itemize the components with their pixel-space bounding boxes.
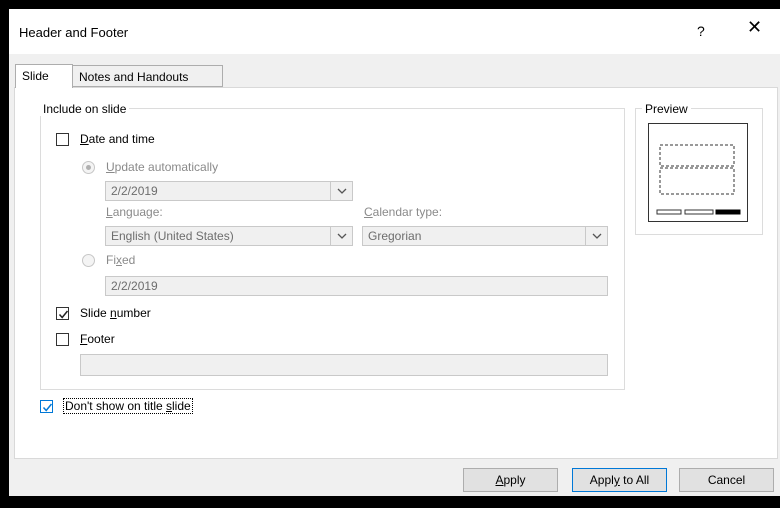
calendar-type-label: Calendar type: (364, 205, 443, 219)
footer-checkbox[interactable] (56, 333, 69, 346)
chevron-down-icon[interactable] (330, 227, 353, 245)
dialog-title: Header and Footer (19, 25, 129, 40)
close-icon: ✕ (747, 17, 763, 37)
checkmark-icon (58, 310, 69, 319)
fixed-date-input[interactable]: 2/2/2019 (105, 276, 608, 296)
update-automatically-label[interactable]: Update automatically (106, 160, 218, 174)
date-time-label[interactable]: Date and time (80, 132, 155, 146)
footer-input[interactable] (80, 354, 608, 376)
close-button[interactable]: ✕ (747, 18, 762, 36)
slide-number-checkbox[interactable] (56, 307, 69, 320)
apply-button[interactable]: Apply (463, 468, 558, 492)
preview-legend: Preview (642, 102, 691, 116)
chevron-down-icon[interactable] (585, 227, 608, 245)
header-footer-dialog: Header and Footer ? ✕ Slide Notes and Ha… (9, 9, 780, 496)
cancel-button[interactable]: Cancel (679, 468, 774, 492)
update-automatically-radio[interactable] (82, 161, 95, 174)
help-button[interactable]: ? (697, 23, 705, 39)
language-value: English (United States) (111, 229, 234, 243)
date-format-select[interactable]: 2/2/2019 (105, 181, 353, 201)
date-time-checkbox[interactable] (56, 133, 69, 146)
dont-show-title-checkbox[interactable] (40, 400, 53, 413)
date-format-value: 2/2/2019 (111, 184, 158, 198)
fixed-radio[interactable] (82, 254, 95, 267)
language-label: Language: (106, 205, 163, 219)
language-select[interactable]: English (United States) (105, 226, 353, 246)
title-bar: Header and Footer ? ✕ (9, 9, 780, 54)
dont-show-title-label[interactable]: Don't show on title slide (63, 398, 193, 414)
include-on-slide-group (40, 108, 625, 390)
tab-notes-label: Notes and Handouts (79, 70, 189, 84)
slide-number-label[interactable]: Slide number (80, 306, 151, 320)
include-on-slide-legend: Include on slide (40, 102, 130, 116)
footer-label[interactable]: Footer (80, 332, 115, 346)
fixed-label[interactable]: Fixed (106, 253, 135, 267)
tab-slide[interactable]: Slide (15, 64, 73, 88)
chevron-down-icon[interactable] (330, 182, 353, 200)
checkmark-icon (42, 403, 53, 412)
tab-slide-label: Slide (22, 69, 49, 83)
slide-layout-preview (656, 144, 741, 215)
tab-notes-and-handouts[interactable]: Notes and Handouts (72, 65, 223, 87)
calendar-type-value: Gregorian (368, 229, 422, 243)
apply-to-all-button[interactable]: Apply to All (572, 468, 667, 492)
calendar-type-select[interactable]: Gregorian (362, 226, 608, 246)
fixed-date-value: 2/2/2019 (111, 279, 158, 293)
preview-slide-thumbnail (648, 123, 748, 222)
